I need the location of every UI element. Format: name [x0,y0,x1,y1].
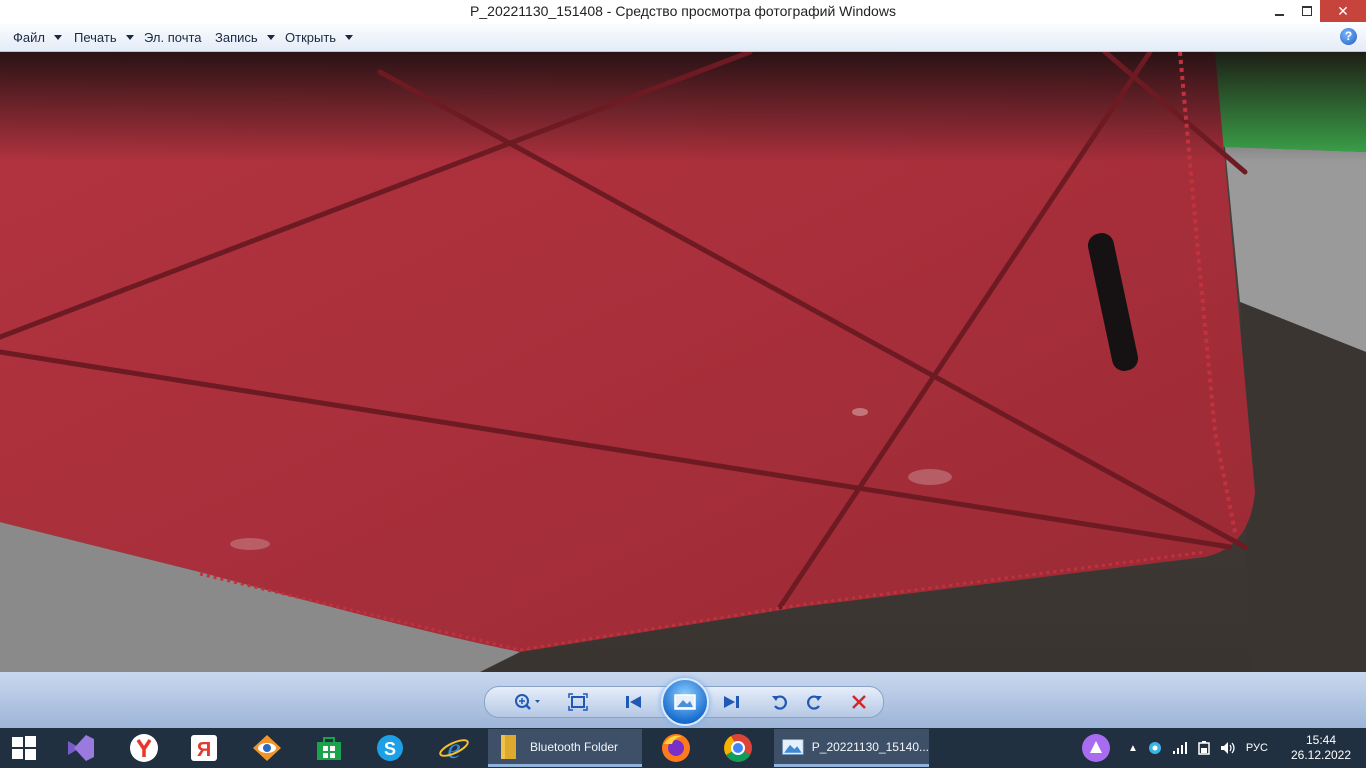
rotate-right-button[interactable] [799,687,829,717]
taskbar-firefox[interactable] [652,728,700,768]
taskbar-task-photo-viewer[interactable]: P_20221130_15140... [774,729,929,767]
taskbar-task-bluetooth-folder[interactable]: Bluetooth Folder [488,729,642,767]
firefox-icon [662,734,690,762]
restore-button[interactable] [1293,0,1320,22]
minimize-icon [1275,13,1284,16]
network-icon[interactable] [1172,741,1188,755]
rotate-left-icon [772,695,787,710]
visual-studio-icon [68,735,94,761]
menu-email[interactable]: Эл. почта [144,30,202,45]
delete-icon [852,695,866,709]
next-icon [724,696,739,708]
close-icon: ✕ [1337,2,1349,19]
yandex-disk-icon[interactable] [1148,741,1162,755]
taskbar-chrome[interactable] [714,728,762,768]
menu-open-label: Открыть [285,30,337,45]
taskbar-yandex-browser[interactable] [120,728,168,768]
restore-icon [1301,6,1312,16]
clock-date: 26.12.2022 [1290,748,1352,762]
previous-icon [626,696,641,708]
window-title: P_20221130_151408 - Средство просмотра ф… [470,3,896,19]
svg-text:e: e [447,733,460,763]
chevron-down-icon [125,35,134,40]
svg-text:Я: Я [197,739,211,761]
chevron-down-icon [266,35,275,40]
yandex-icon: Я [191,735,217,761]
photo-view[interactable] [0,52,1366,672]
menu-burn[interactable]: Запись [215,30,275,45]
slideshow-button[interactable] [661,678,709,726]
yandex-browser-icon [130,734,158,762]
next-button[interactable] [716,687,746,717]
clock-time: 15:44 [1305,733,1337,747]
task-label: P_20221130_15140... [811,739,929,754]
taskbar-internet-explorer[interactable]: e [430,728,478,768]
clock[interactable]: 15:44 26.12.2022 [1282,733,1360,763]
minimize-button[interactable] [1266,0,1293,22]
actual-size-button[interactable] [563,687,593,717]
battery-icon[interactable] [1196,741,1212,755]
menu-file-label: Файл [13,30,45,45]
help-icon: ? [1344,29,1353,43]
taskbar-skype[interactable]: S [366,728,414,768]
chevron-down-icon [345,35,354,40]
chrome-icon [724,734,752,762]
previous-button[interactable] [619,687,649,717]
taskbar-visual-studio[interactable] [56,728,104,768]
tray-icons: ▲ РУС [1128,728,1268,768]
taskbar-store[interactable] [305,728,353,768]
skype-icon: S [377,735,403,761]
zoom-icon [515,694,540,710]
folder-icon [501,734,516,759]
menu-print-label: Печать [74,30,117,45]
menu-burn-label: Запись [215,30,258,45]
actual-size-icon [568,693,588,711]
menu-bar [0,24,1366,52]
help-button[interactable]: ? [1340,28,1357,45]
delete-button[interactable] [844,687,874,717]
chevron-down-icon [53,35,62,40]
rotate-left-button[interactable] [765,687,795,717]
task-label: Bluetooth Folder [530,739,619,754]
menu-email-label: Эл. почта [144,30,202,45]
window-controls: ✕ [1266,0,1366,22]
chevron-up-icon[interactable]: ▲ [1128,743,1138,754]
menu-file[interactable]: Файл [13,30,62,45]
language-indicator[interactable]: РУС [1246,742,1268,754]
volume-icon[interactable] [1220,741,1236,755]
zoom-button[interactable] [507,687,545,717]
title-bar: P_20221130_151408 - Средство просмотра ф… [0,0,1366,24]
close-button[interactable]: ✕ [1320,0,1366,22]
windows-start-icon [12,736,36,760]
photo-image [0,52,1366,672]
taskbar-eye-app[interactable] [243,728,291,768]
menu-open[interactable]: Открыть [285,30,354,45]
alice-assistant-icon [1082,734,1110,762]
eye-app-icon [253,735,281,761]
svg-text:S: S [384,739,396,759]
start-button[interactable] [0,728,48,768]
menu-print[interactable]: Печать [74,30,134,45]
tray-alice[interactable] [1072,728,1120,768]
photo-viewer-icon [782,738,804,755]
slideshow-icon [674,694,696,710]
rotate-right-icon [807,695,822,710]
taskbar-yandex[interactable]: Я [180,728,228,768]
store-icon [317,737,341,760]
internet-explorer-icon: e [439,733,469,763]
